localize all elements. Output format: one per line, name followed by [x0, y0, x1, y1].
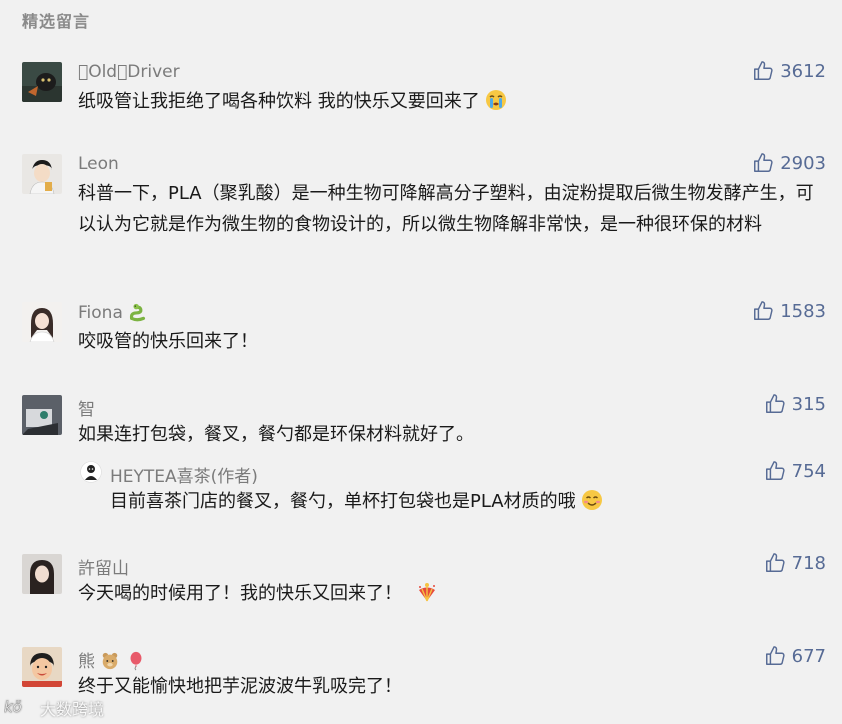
- avatar[interactable]: [22, 554, 62, 594]
- svg-text:kö: kö: [4, 698, 22, 716]
- watermark: kö 大数跨境: [4, 696, 104, 720]
- like-count: 1583: [780, 300, 826, 322]
- commenter-name: 許留山: [78, 559, 129, 579]
- avatar[interactable]: [22, 154, 62, 194]
- balloon-icon: [126, 651, 146, 671]
- like-count: 2903: [780, 152, 826, 174]
- crying-face-icon: [485, 89, 507, 111]
- avatar[interactable]: [22, 62, 62, 102]
- like-count: 754: [791, 460, 826, 482]
- comment-text: 科普一下，PLA（聚乳酸）是一种生物可降解高分子塑料，由淀粉提取后微生物发酵产生…: [78, 183, 814, 235]
- section-title: 精选留言: [22, 12, 91, 31]
- like-button[interactable]: 3612: [752, 60, 826, 82]
- like-count: 315: [791, 393, 826, 415]
- comment-text: 终于又能愉快地把芋泥波波牛乳吸完了！: [78, 676, 402, 697]
- comment-text-content: 今天喝的时候用了！我的快乐又回来了！: [78, 583, 402, 604]
- like-button[interactable]: 677: [764, 645, 826, 667]
- watermark-text: 大数跨境: [40, 700, 105, 719]
- commenter-name: 智: [78, 400, 95, 420]
- like-count: 3612: [780, 60, 826, 82]
- commenter-name: Leon: [78, 154, 119, 174]
- comment-text: 今天喝的时候用了！我的快乐又回来了！: [78, 578, 798, 609]
- comment-text: 如果连打包袋，餐叉，餐勺都是环保材料就好了。: [78, 424, 474, 445]
- like-count: 677: [791, 645, 826, 667]
- author-avatar[interactable]: [80, 461, 102, 483]
- commenter-name-text: 熊: [78, 652, 95, 672]
- thumbs-up-icon: [764, 460, 786, 482]
- watermark-logo-icon: kö: [4, 696, 38, 720]
- avatar[interactable]: [22, 302, 62, 342]
- like-button[interactable]: 2903: [752, 152, 826, 174]
- like-button[interactable]: 718: [764, 552, 826, 574]
- thumbs-up-icon: [764, 393, 786, 415]
- reply-text: 目前喜茶门店的餐叉，餐勺，单杯打包袋也是PLA材质的哦: [110, 486, 810, 517]
- like-count: 718: [791, 552, 826, 574]
- comment-text: 咬吸管的快乐回来了！: [78, 331, 258, 352]
- commenter-name: 熊: [78, 647, 146, 672]
- like-button[interactable]: 1583: [752, 300, 826, 322]
- bear-icon: [100, 651, 120, 671]
- author-name: HEYTEA喜茶(作者): [110, 467, 258, 487]
- commenter-name:  Old Driver: [78, 62, 180, 82]
- like-button[interactable]: 315: [764, 393, 826, 415]
- thumbs-up-icon: [752, 300, 774, 322]
- commenter-name-text: Fiona: [78, 303, 123, 323]
- commenter-name: Fiona: [78, 302, 148, 323]
- thumbs-up-icon: [764, 552, 786, 574]
- avatar[interactable]: [22, 647, 62, 687]
- thumbs-up-icon: [752, 152, 774, 174]
- comment-text-content: 纸吸管让我拒绝了喝各种饮料 我的快乐又要回来了: [78, 91, 480, 112]
- firecracker-icon: [416, 581, 438, 603]
- thumbs-up-icon: [752, 60, 774, 82]
- avatar[interactable]: [22, 395, 62, 435]
- like-button[interactable]: 754: [764, 460, 826, 482]
- thumbs-up-icon: [764, 645, 786, 667]
- comment-text: 纸吸管让我拒绝了喝各种饮料 我的快乐又要回来了: [78, 86, 798, 117]
- reply-text-content: 目前喜茶门店的餐叉，餐勺，单杯打包袋也是PLA材质的哦: [110, 491, 576, 512]
- snake-icon: [128, 302, 148, 322]
- smiling-face-icon: [581, 489, 603, 511]
